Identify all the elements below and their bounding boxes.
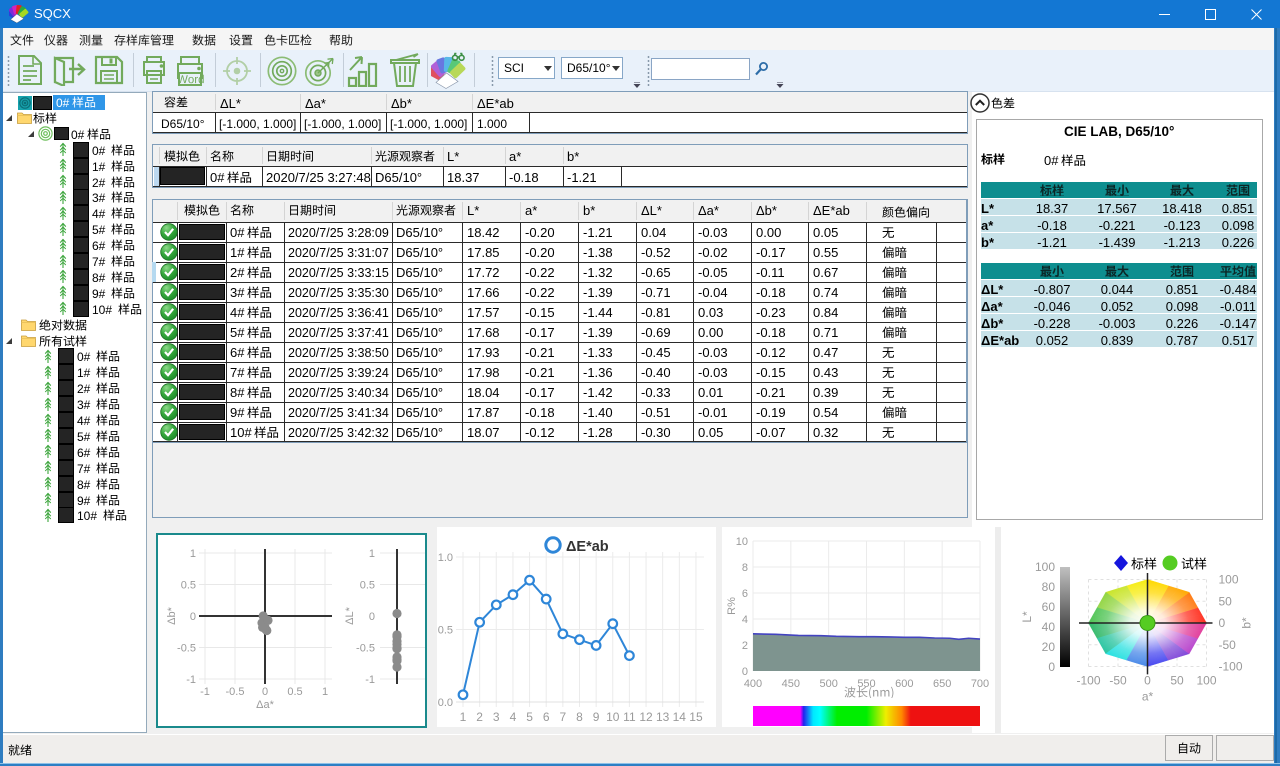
svg-text:-1: -1 [186, 674, 196, 686]
svg-text:-100: -100 [1076, 674, 1100, 688]
svg-text:0: 0 [262, 686, 268, 698]
svg-text:0: 0 [1144, 674, 1151, 688]
svg-text:5: 5 [526, 710, 533, 724]
svg-text:3: 3 [493, 710, 500, 724]
svg-text:60: 60 [1042, 600, 1056, 614]
svg-text:2: 2 [476, 710, 483, 724]
svg-text:-0.5: -0.5 [226, 686, 245, 698]
svg-text:1: 1 [322, 686, 328, 698]
svg-text:0.0: 0.0 [438, 697, 453, 709]
svg-text:1: 1 [460, 710, 467, 724]
svg-text:-100: -100 [1219, 660, 1243, 674]
svg-text:4: 4 [510, 710, 517, 724]
svg-text:0.5: 0.5 [181, 580, 196, 592]
svg-text:Δa*: Δa* [256, 699, 274, 711]
svg-text:13: 13 [656, 710, 670, 724]
svg-text:2: 2 [742, 640, 748, 652]
svg-text:0.5: 0.5 [360, 580, 375, 592]
svg-text:R%: R% [726, 597, 738, 615]
svg-text:1: 1 [190, 548, 196, 560]
svg-text:500: 500 [819, 678, 837, 690]
svg-text:450: 450 [782, 678, 800, 690]
svg-text:7: 7 [559, 710, 566, 724]
svg-text:15: 15 [689, 710, 703, 724]
svg-text:12: 12 [639, 710, 653, 724]
svg-text:-50: -50 [1219, 638, 1237, 652]
svg-text:40: 40 [1042, 620, 1056, 634]
svg-text:-0.5: -0.5 [177, 643, 196, 655]
svg-text:9: 9 [593, 710, 600, 724]
svg-text:80: 80 [1042, 580, 1056, 594]
svg-text:11: 11 [623, 710, 636, 724]
svg-text:600: 600 [895, 678, 913, 690]
svg-text:-0.5: -0.5 [356, 643, 375, 655]
svg-text:20: 20 [1042, 640, 1056, 654]
svg-text:10: 10 [606, 710, 620, 724]
svg-text:1.0: 1.0 [438, 552, 453, 564]
svg-text:10: 10 [736, 536, 748, 548]
svg-text:b*: b* [1240, 617, 1254, 629]
svg-text:700: 700 [971, 678, 989, 690]
svg-text:0: 0 [742, 666, 748, 678]
svg-text:L*: L* [1020, 611, 1034, 623]
svg-text:0: 0 [1048, 660, 1055, 674]
svg-text:-1: -1 [200, 686, 210, 698]
svg-text:0: 0 [190, 611, 196, 623]
svg-text:100: 100 [1035, 560, 1055, 574]
svg-text:ΔE*ab: ΔE*ab [566, 539, 609, 555]
svg-text:0.5: 0.5 [287, 686, 302, 698]
svg-text:14: 14 [673, 710, 687, 724]
svg-text:Δb*: Δb* [166, 606, 178, 624]
svg-text:50: 50 [1219, 594, 1233, 608]
svg-text:a*: a* [1142, 690, 1154, 704]
svg-text:400: 400 [744, 678, 762, 690]
svg-text:-1: -1 [365, 674, 375, 686]
svg-text:0: 0 [1219, 616, 1226, 630]
svg-text:1: 1 [369, 548, 375, 560]
svg-text:6: 6 [543, 710, 550, 724]
svg-text:-50: -50 [1109, 674, 1127, 688]
svg-text:4: 4 [742, 614, 748, 626]
svg-text:100: 100 [1196, 674, 1216, 688]
svg-text:0.5: 0.5 [438, 625, 453, 637]
svg-text:ΔL*: ΔL* [344, 606, 356, 624]
svg-text:6: 6 [742, 588, 748, 600]
svg-text:8: 8 [742, 562, 748, 574]
svg-text:0: 0 [369, 611, 375, 623]
svg-text:50: 50 [1170, 674, 1184, 688]
svg-text:8: 8 [576, 710, 583, 724]
svg-text:100: 100 [1219, 573, 1239, 587]
svg-text:650: 650 [933, 678, 951, 690]
